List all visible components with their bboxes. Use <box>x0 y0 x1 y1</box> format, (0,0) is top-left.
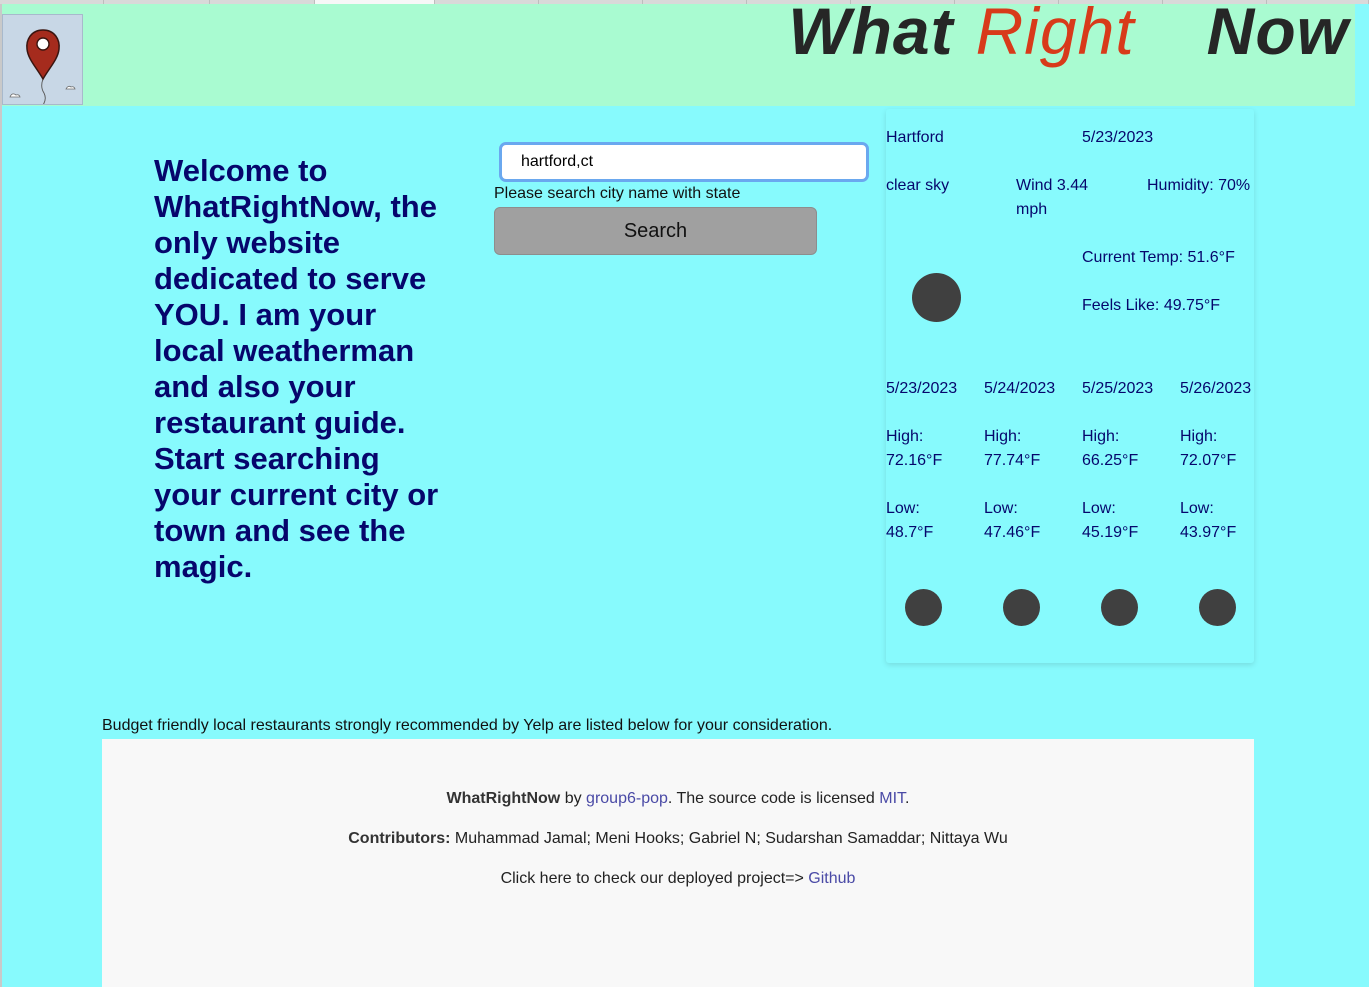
weather-humidity: Humidity: 70% <box>1147 177 1251 194</box>
forecast-high: High: 72.16°F <box>886 428 943 469</box>
site-title-word-what: What <box>788 0 954 68</box>
forecast-low: Low: 45.19°F <box>1082 500 1139 541</box>
page-footer: WhatRightNow by group6-pop. The source c… <box>102 739 1254 987</box>
footer-contributors-line: Contributors: Muhammad Jamal; Meni Hooks… <box>102 830 1254 848</box>
footer-brand: WhatRightNow <box>446 790 561 807</box>
weather-feels-like: Feels Like: 49.75°F <box>1082 297 1221 314</box>
forecast-low: Low: 47.46°F <box>984 500 1041 541</box>
weather-card: Hartford 5/23/2023 clear sky Wind 3.44 m… <box>886 109 1254 663</box>
window-edge <box>0 4 2 987</box>
site-title-word-now: Now <box>1206 0 1349 68</box>
site-header: What Right Now <box>2 0 1355 106</box>
forecast-weather-icon <box>1199 589 1236 626</box>
site-title: What Right Now <box>788 0 1349 64</box>
forecast-weather-icon <box>905 589 942 626</box>
weather-description: clear sky <box>886 177 950 194</box>
footer-license-end: . <box>905 790 910 807</box>
forecast-high: High: 66.25°F <box>1082 428 1139 469</box>
contributors-list: Muhammad Jamal; Meni Hooks; Gabriel N; S… <box>450 830 1008 847</box>
city-search-input[interactable] <box>499 142 869 182</box>
weather-icon <box>912 273 961 322</box>
site-title-word-right: Right <box>975 0 1135 68</box>
footer-credit-line: WhatRightNow by group6-pop. The source c… <box>102 790 1254 808</box>
forecast-high: High: 72.07°F <box>1180 428 1237 469</box>
license-link[interactable]: MIT <box>879 790 905 807</box>
forecast-date: 5/25/2023 <box>1082 380 1154 397</box>
author-link[interactable]: group6-pop <box>586 790 668 807</box>
forecast-date: 5/23/2023 <box>886 380 958 397</box>
forecast-high: High: 77.74°F <box>984 428 1041 469</box>
footer-license-text: . The source code is licensed <box>667 790 880 807</box>
footer-deploy-line: Click here to check our deployed project… <box>102 870 1254 888</box>
weather-current-temp: Current Temp: 51.6°F <box>1082 249 1235 266</box>
deploy-text: Click here to check our deployed project… <box>500 870 809 887</box>
forecast-date: 5/24/2023 <box>984 380 1056 397</box>
forecast-low: Low: 43.97°F <box>1180 500 1237 541</box>
forecast-low: Low: 48.7°F <box>886 500 934 541</box>
contributors-label: Contributors: <box>348 830 451 847</box>
restaurants-intro: Budget friendly local restaurants strong… <box>102 717 833 734</box>
weather-wind: Wind 3.44 mph <box>1016 177 1089 218</box>
map-pin-balloon-icon[interactable] <box>2 14 83 106</box>
forecast-weather-icon <box>1101 589 1138 626</box>
weather-city: Hartford <box>886 129 944 146</box>
search-hint: Please search city name with state <box>494 185 741 202</box>
footer-by-text: by <box>560 790 587 807</box>
weather-date: 5/23/2023 <box>1082 129 1154 146</box>
search-button[interactable]: Search <box>494 207 817 255</box>
forecast-date: 5/26/2023 <box>1180 380 1252 397</box>
forecast-weather-icon <box>1003 589 1040 626</box>
github-link[interactable]: Github <box>808 870 855 887</box>
welcome-message: Welcome to WhatRightNow, the only websit… <box>154 153 439 584</box>
